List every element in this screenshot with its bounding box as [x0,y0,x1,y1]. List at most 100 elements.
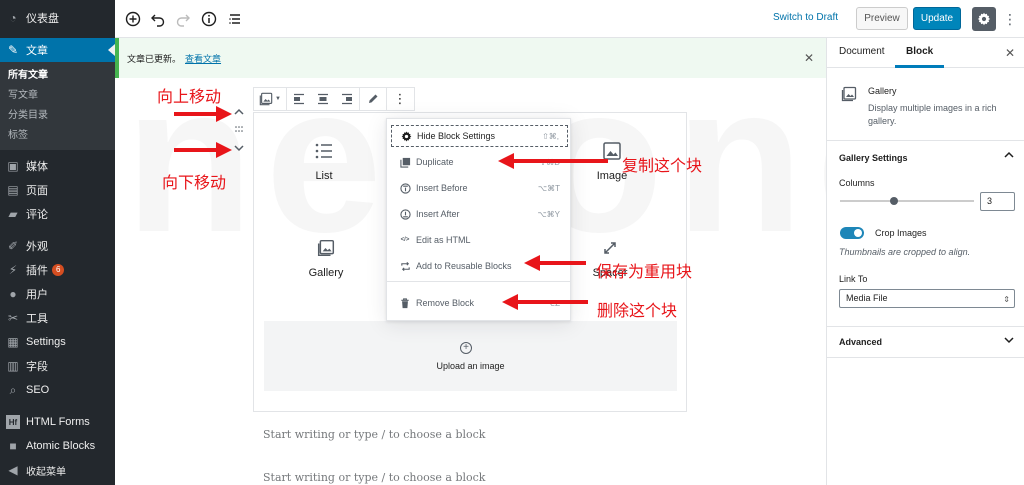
brush-icon: ✐ [7,239,19,253]
block-more-options-button[interactable]: ⋮ [387,88,413,110]
block-type-switcher[interactable]: ▼ [254,88,286,110]
paragraph-placeholder[interactable]: Start writing or type / to choose a bloc… [263,471,485,484]
align-right-button[interactable] [335,88,359,110]
menu-users-label: 用户 [26,289,48,301]
menu-settings[interactable]: ▦ Settings [0,330,115,354]
menu-fields[interactable]: ▥ 字段 [0,354,115,378]
menu-html-forms[interactable]: Hf HTML Forms [0,410,115,434]
inserter-list[interactable]: List [284,140,364,182]
menu-plugins[interactable]: ⚡ 插件 6 [0,258,115,282]
inserter-gallery[interactable]: Gallery [286,237,366,279]
menu-tools[interactable]: ✂ 工具 [0,306,115,330]
align-center-icon [318,93,328,105]
comments-icon: ▰ [8,207,18,221]
block-card-title: Gallery [868,86,897,96]
arrow-right-icon [174,106,232,122]
menu-posts[interactable]: ✎ 文章 [0,38,115,62]
posts-submenu: 所有文章 写文章 分类目录 标签 [0,62,115,150]
update-notice: 文章已更新。 查看文章 ✕ [115,38,826,78]
annotation-move-down: 向下移动 [162,173,227,192]
submenu-new-post[interactable]: 写文章 [0,86,115,106]
align-left-button[interactable] [287,88,311,110]
menu-divider [387,281,570,282]
paragraph-placeholder[interactable]: Start writing or type / to choose a bloc… [263,428,485,441]
link-to-select[interactable]: Media File ⇕ [839,289,1015,308]
menu-item-label: Duplicate [416,157,454,167]
drag-handle-icon[interactable] [235,126,243,132]
close-icon[interactable]: ✕ [1005,46,1015,60]
columns-range-track[interactable] [840,200,974,202]
menu-tools-label: 工具 [26,313,48,325]
upload-image-area[interactable]: + Upload an image [264,321,677,391]
switch-to-draft-link[interactable]: Switch to Draft [773,12,838,23]
update-button[interactable]: Update [913,7,961,30]
menu-dashboard[interactable]: ◔ 仪表盘 [0,6,115,30]
settings-sidebar: Document Block ✕ Gallery Display multipl… [826,38,1024,485]
list-icon [284,140,364,162]
gallery-settings-toggle[interactable]: Gallery Settings [839,153,908,163]
move-down-icon[interactable] [234,144,244,152]
menu-seo-label: SEO [26,384,50,396]
menu-pages[interactable]: ▤ 页面 [0,178,115,202]
gallery-icon [259,92,273,106]
more-vertical-icon: ⋮ [393,91,407,106]
columns-range-thumb[interactable] [890,197,898,205]
submenu-categories[interactable]: 分类目录 [0,106,115,126]
more-menu-button[interactable]: ⋮ [1001,9,1019,29]
crop-images-help: Thumbnails are cropped to align. [839,247,971,257]
trash-icon [399,297,411,309]
submenu-all-posts[interactable]: 所有文章 [0,66,115,86]
search-icon: ⌕ [9,382,17,397]
tab-document[interactable]: Document [839,38,885,68]
menu-settings-label: Settings [26,336,66,348]
menu-atomic-blocks[interactable]: ■ Atomic Blocks [0,434,115,458]
tab-block[interactable]: Block [895,38,945,68]
block-settings-menu: Hide Block Settings ⇧⌘, Duplicate ⇧⌘D In… [386,118,571,321]
redo-icon[interactable] [173,9,193,29]
edit-gallery-button[interactable] [360,88,386,110]
gallery-icon [286,237,366,259]
menu-plugins-label: 插件 [26,265,48,277]
pencil-icon [369,94,378,103]
menu-collapse[interactable]: ◀ 收起菜单 [0,458,115,482]
dashboard-icon: ◔ [9,11,17,25]
settings-toggle-button[interactable] [972,7,996,31]
add-block-icon[interactable] [123,9,143,29]
move-up-icon[interactable] [234,108,244,116]
settings-icon: ▦ [7,335,19,349]
menu-insert-after[interactable]: Insert After ⌥⌘Y [391,203,568,225]
block-navigation-icon[interactable] [225,9,245,29]
menu-seo[interactable]: ⌕ SEO [0,378,115,402]
menu-users[interactable]: ● 用户 [0,282,115,306]
chevron-down-icon[interactable] [1004,336,1014,347]
menu-edit-as-html[interactable]: </> Edit as HTML [391,229,568,251]
menu-media[interactable]: ▣ 媒体 [0,154,115,178]
chevron-up-icon[interactable] [1004,151,1014,162]
view-post-link[interactable]: 查看文章 [185,52,221,65]
menu-comments[interactable]: ▰ 评论 [0,202,115,226]
advanced-toggle[interactable]: Advanced [839,337,882,347]
insert-after-icon [399,208,411,220]
undo-icon[interactable] [148,9,168,29]
menu-media-label: 媒体 [26,161,48,173]
menu-hide-block-settings[interactable]: Hide Block Settings ⇧⌘, [391,125,568,147]
align-center-button[interactable] [311,88,335,110]
more-vertical-icon: ⋮ [1003,10,1017,27]
plugin-icon: ⚡ [8,263,18,277]
upload-image-label: Upload an image [436,361,505,371]
crop-images-toggle[interactable] [840,227,864,239]
close-icon[interactable]: ✕ [804,51,814,65]
columns-label: Columns [839,178,875,188]
admin-sidebar: ◔ 仪表盘 ✎ 文章 所有文章 写文章 分类目录 标签 ▣ 媒体 ▤ 页面 ▰ … [0,0,115,485]
arrow-right-icon [174,142,232,158]
info-icon[interactable] [199,9,219,29]
preview-button[interactable]: Preview [856,7,908,30]
menu-appearance[interactable]: ✐ 外观 [0,234,115,258]
menu-atomic-blocks-label: Atomic Blocks [26,440,96,452]
inserter-list-label: List [315,170,333,182]
submenu-tags[interactable]: 标签 [0,126,115,146]
columns-number-input[interactable]: 3 [980,192,1015,211]
menu-insert-before[interactable]: Insert Before ⌥⌘T [391,177,568,199]
arrow-left-icon [502,294,588,310]
gear-icon [977,12,991,26]
